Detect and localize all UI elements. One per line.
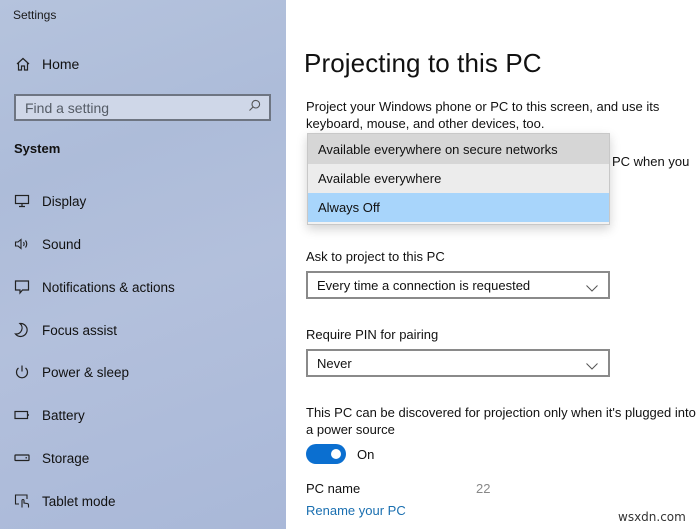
- rename-pc-link[interactable]: Rename your PC: [306, 503, 406, 518]
- pc-name-value: 22: [476, 481, 491, 496]
- pc-name-label: PC name: [306, 481, 361, 496]
- sidebar-item-label: Power & sleep: [42, 364, 130, 380]
- dropdown-option-secure-networks[interactable]: Available everywhere on secure networks: [308, 134, 609, 164]
- power-source-toggle-state: On: [357, 447, 375, 462]
- sidebar-item-display[interactable]: Display: [13, 189, 86, 213]
- sidebar-item-label: Notifications & actions: [42, 279, 175, 295]
- sidebar-item-label: Sound: [42, 236, 82, 252]
- tablet-mode-icon: [13, 492, 31, 510]
- main-content: Projecting to this PC Project your Windo…: [286, 0, 700, 529]
- ask-to-project-select[interactable]: Every time a connection is requested: [306, 271, 610, 299]
- sidebar-item-storage[interactable]: Storage: [13, 446, 89, 470]
- power-source-description: This PC can be discovered for projection…: [306, 405, 696, 437]
- search-icon[interactable]: [248, 99, 261, 117]
- section-heading-system: System: [14, 141, 61, 156]
- sidebar-item-sound[interactable]: Sound: [13, 232, 81, 256]
- ask-to-project-label: Ask to project to this PC: [306, 249, 445, 264]
- dropdown-option-always-off[interactable]: Always Off: [308, 193, 609, 222]
- toggle-knob: [331, 449, 341, 459]
- power-source-toggle[interactable]: [306, 444, 346, 464]
- speaker-icon: [13, 235, 31, 253]
- page-description: Project your Windows phone or PC to this…: [306, 99, 660, 131]
- home-icon: [14, 55, 32, 73]
- sidebar-item-notifications[interactable]: Notifications & actions: [13, 275, 175, 299]
- page-title: Projecting to this PC: [304, 48, 542, 78]
- sidebar-home-label: Home: [42, 56, 80, 72]
- require-pin-select[interactable]: Never: [306, 349, 610, 377]
- notification-icon: [13, 278, 31, 296]
- ask-to-project-value: Every time a connection is requested: [317, 277, 531, 293]
- moon-icon: [13, 321, 31, 339]
- sidebar-item-power-sleep[interactable]: Power & sleep: [13, 360, 129, 384]
- sidebar-item-label: Tablet mode: [42, 493, 116, 509]
- sidebar-item-label: Display: [42, 193, 87, 209]
- availability-dropdown-menu[interactable]: Available everywhere on secure networks …: [307, 133, 610, 225]
- sidebar-item-tablet-mode[interactable]: Tablet mode: [13, 489, 116, 513]
- storage-icon: [13, 449, 31, 467]
- sidebar-item-battery[interactable]: Battery: [13, 403, 85, 427]
- app-title: Settings: [13, 8, 57, 22]
- sidebar-home[interactable]: Home: [14, 55, 79, 73]
- dropdown-option-available-everywhere[interactable]: Available everywhere: [308, 164, 609, 193]
- obscured-description: PC when you: [612, 154, 690, 169]
- sidebar-item-focus-assist[interactable]: Focus assist: [13, 318, 117, 342]
- search-box[interactable]: [14, 94, 271, 121]
- watermark: wsxdn.com: [618, 510, 686, 524]
- sidebar-item-label: Storage: [42, 450, 90, 466]
- require-pin-value: Never: [317, 355, 352, 371]
- battery-icon: [13, 406, 31, 424]
- chevron-down-icon: [585, 280, 599, 292]
- sidebar: Settings Home System Display Sound: [0, 0, 286, 529]
- sidebar-item-label: Battery: [42, 407, 85, 423]
- monitor-icon: [13, 192, 31, 210]
- search-input[interactable]: [25, 99, 235, 116]
- chevron-down-icon: [585, 358, 599, 370]
- sidebar-item-label: Focus assist: [42, 322, 118, 338]
- power-icon: [13, 363, 31, 381]
- require-pin-label: Require PIN for pairing: [306, 327, 439, 342]
